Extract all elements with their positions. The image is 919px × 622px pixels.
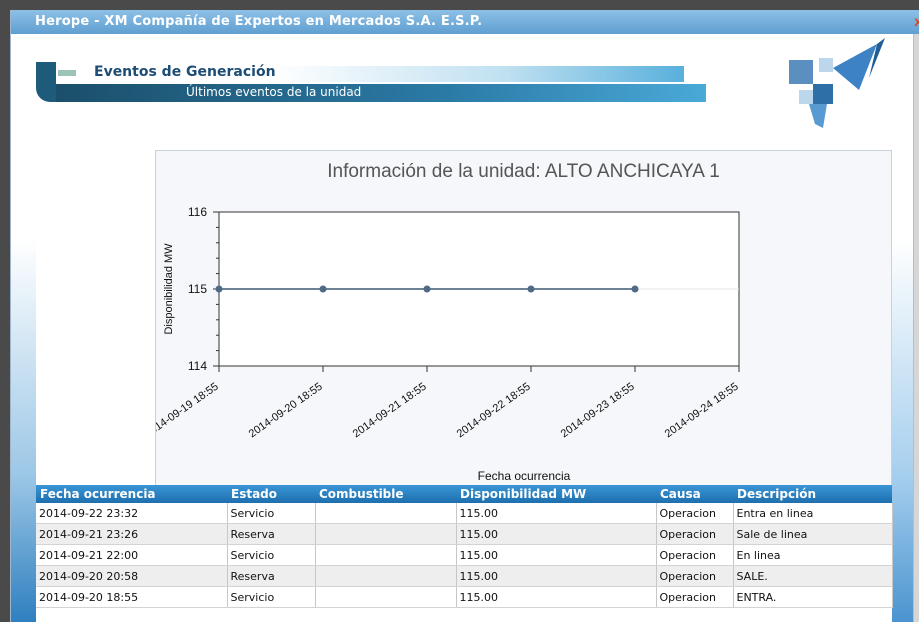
data-point xyxy=(423,285,431,293)
cell-estado: Servicio xyxy=(227,544,316,566)
cell-causa: Operacion xyxy=(656,523,734,545)
cell-combustible xyxy=(315,544,457,566)
column-header-estado[interactable]: Estado xyxy=(227,485,315,503)
column-header-fecha[interactable]: Fecha ocurrencia xyxy=(36,485,227,503)
cell-fecha: 2014-09-21 23:26 xyxy=(36,523,228,545)
page-title: Eventos de Generación xyxy=(94,64,276,80)
app-window: Herope - XM Compañía de Expertos en Merc… xyxy=(10,10,919,622)
events-table: Fecha ocurrencia Estado Combustible Disp… xyxy=(36,485,893,608)
y-tick-label: 114 xyxy=(188,359,207,373)
data-point xyxy=(631,285,639,293)
cell-disponibilidad: 115.00 xyxy=(456,523,657,545)
title-bar[interactable]: Herope - XM Compañía de Expertos en Merc… xyxy=(11,10,919,34)
page-subtitle: Últimos eventos de la unidad xyxy=(186,85,362,99)
close-icon[interactable]: x xyxy=(914,13,919,29)
cell-disponibilidad: 115.00 xyxy=(456,565,657,587)
cell-descripcion: En linea xyxy=(733,544,893,566)
table-header-row: Fecha ocurrencia Estado Combustible Disp… xyxy=(36,485,892,503)
scrollbar[interactable] xyxy=(913,34,919,622)
cell-fecha: 2014-09-20 20:58 xyxy=(36,565,228,587)
cell-fecha: 2014-09-20 18:55 xyxy=(36,586,228,608)
x-tick-label: 2014-09-21 18:55 xyxy=(351,381,429,441)
x-tick-label: 2014-09-23 18:55 xyxy=(559,381,637,441)
cell-descripcion: ENTRA. xyxy=(733,586,893,608)
cell-combustible xyxy=(315,523,457,545)
cell-fecha: 2014-09-22 23:32 xyxy=(36,503,228,524)
x-tick-label: 2014-09-22 18:55 xyxy=(455,381,533,441)
column-header-disponibilidad[interactable]: Disponibilidad MW xyxy=(456,485,656,503)
cell-causa: Operacion xyxy=(656,503,734,524)
table-row[interactable]: 2014-09-21 23:26 Reserva 115.00 Operacio… xyxy=(36,523,893,545)
cell-combustible xyxy=(315,503,457,524)
cell-estado: Servicio xyxy=(227,586,316,608)
cell-disponibilidad: 115.00 xyxy=(456,544,657,566)
cell-combustible xyxy=(315,565,457,587)
data-point xyxy=(215,285,223,293)
cell-disponibilidad: 115.00 xyxy=(456,503,657,524)
y-axis-label: Disponibilidad MW xyxy=(163,243,175,335)
y-tick-label: 115 xyxy=(188,282,207,296)
y-tick-label: 116 xyxy=(188,205,207,219)
cell-descripcion: Entra en linea xyxy=(733,503,893,524)
cell-estado: Reserva xyxy=(227,565,316,587)
header-accent-mark xyxy=(58,70,76,76)
xm-logo xyxy=(789,38,885,128)
table-row[interactable]: 2014-09-22 23:32 Servicio 115.00 Operaci… xyxy=(36,503,893,524)
column-header-descripcion[interactable]: Descripción xyxy=(733,485,892,503)
cell-disponibilidad: 115.00 xyxy=(456,586,657,608)
cell-causa: Operacion xyxy=(656,586,734,608)
page-header: Eventos de Generación Últimos eventos de… xyxy=(36,62,706,102)
x-axis-label: Fecha ocurrencia xyxy=(478,469,571,483)
cell-descripcion: SALE. xyxy=(733,565,893,587)
left-gradient-panel xyxy=(11,34,36,622)
table-row[interactable]: 2014-09-20 18:55 Servicio 115.00 Operaci… xyxy=(36,586,893,608)
line-chart: 116 115 114 2014-09-19 18:55 2014-09-20 18:5… xyxy=(156,205,741,483)
column-header-combustible[interactable]: Combustible xyxy=(315,485,456,503)
cell-combustible xyxy=(315,586,457,608)
cell-causa: Operacion xyxy=(656,565,734,587)
data-point xyxy=(527,285,535,293)
column-header-causa[interactable]: Causa xyxy=(656,485,733,503)
data-point xyxy=(319,285,327,293)
cell-fecha: 2014-09-21 22:00 xyxy=(36,544,228,566)
cell-estado: Servicio xyxy=(227,503,316,524)
header-corner xyxy=(36,62,56,102)
x-tick-label: 2014-09-20 18:55 xyxy=(247,381,325,441)
table-row[interactable]: 2014-09-21 22:00 Servicio 115.00 Operaci… xyxy=(36,544,893,566)
header-bottom-stripe xyxy=(56,84,706,102)
cell-estado: Reserva xyxy=(227,523,316,545)
x-tick-label: 2014-09-19 18:55 xyxy=(156,381,221,441)
table-row[interactable]: 2014-09-20 20:58 Reserva 115.00 Operacio… xyxy=(36,565,893,587)
cell-causa: Operacion xyxy=(656,544,734,566)
cell-descripcion: Sale de linea xyxy=(733,523,893,545)
x-tick-label: 2014-09-24 18:55 xyxy=(663,381,741,441)
chart-panel: Información de la unidad: ALTO ANCHICAYA… xyxy=(155,150,892,488)
window-title: Herope - XM Compañía de Expertos en Merc… xyxy=(35,14,483,29)
